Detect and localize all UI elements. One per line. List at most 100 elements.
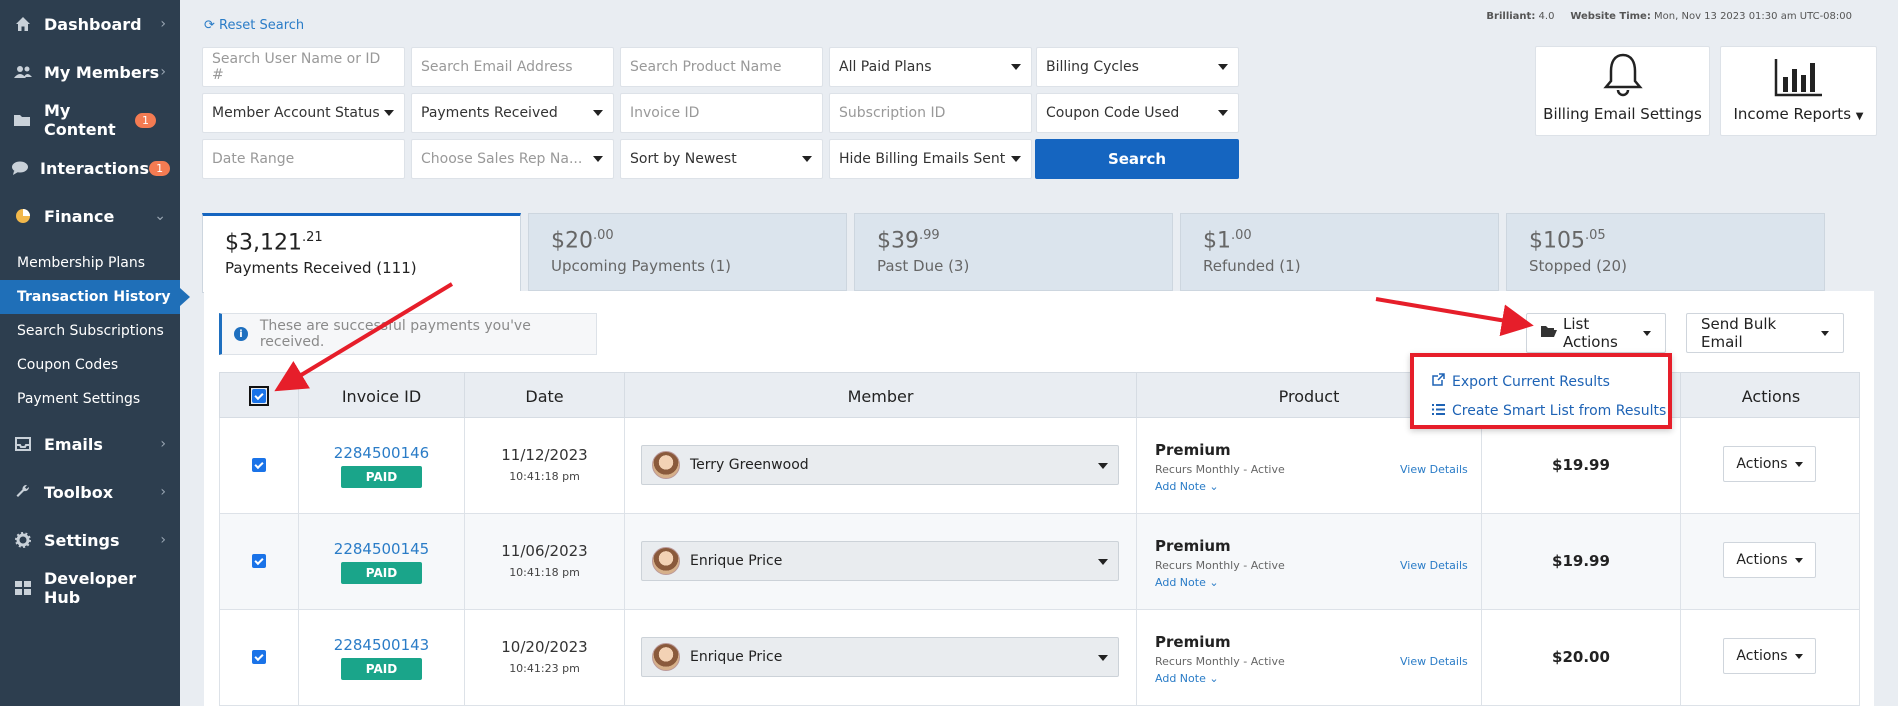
bell-icon xyxy=(1602,53,1643,97)
member-select[interactable]: Enrique Price xyxy=(641,541,1119,581)
tab-past-due[interactable]: $39.99 Past Due (3) xyxy=(854,213,1173,291)
add-note-link[interactable]: Add Note ⌄ xyxy=(1155,576,1219,589)
view-details-link[interactable]: View Details xyxy=(1400,559,1468,572)
view-details-link[interactable]: View Details xyxy=(1400,463,1468,476)
invoice-link[interactable]: 2284500146 xyxy=(299,444,464,462)
notification-badge: 1 xyxy=(135,112,156,128)
select-all-checkbox[interactable] xyxy=(249,386,269,406)
payments-received-select[interactable]: Payments Received xyxy=(411,93,614,133)
reset-search-link[interactable]: ⟳ Reset Search xyxy=(204,18,304,33)
invoice-link[interactable]: 2284500145 xyxy=(299,540,464,558)
hide-billing-select[interactable]: Hide Billing Emails Sent xyxy=(829,139,1032,179)
website-time-label: Website Time: xyxy=(1570,11,1651,22)
select-value: Sort by Newest xyxy=(630,151,737,167)
search-user-input[interactable]: Search User Name or ID # xyxy=(202,47,405,87)
list-actions-button[interactable]: List Actions xyxy=(1526,313,1666,353)
caret-down-icon xyxy=(384,110,394,116)
avatar xyxy=(652,451,680,479)
add-note-link[interactable]: Add Note ⌄ xyxy=(1155,480,1219,493)
actions-cell: Actions xyxy=(1681,418,1861,514)
external-link-icon xyxy=(1432,373,1446,390)
caret-down-icon xyxy=(1098,559,1108,565)
add-note-link[interactable]: Add Note ⌄ xyxy=(1155,672,1219,685)
sub-transaction-history[interactable]: Transaction History xyxy=(0,280,190,314)
menu-item-label: Create Smart List from Results xyxy=(1452,403,1667,419)
tab-refunded[interactable]: $1.00 Refunded (1) xyxy=(1180,213,1499,291)
select-value: Coupon Code Used xyxy=(1046,105,1180,121)
nav-toolbox[interactable]: Toolbox › xyxy=(0,468,180,516)
date-range-input[interactable]: Date Range xyxy=(202,139,405,179)
paid-plans-select[interactable]: All Paid Plans xyxy=(829,47,1032,87)
menu-item-export[interactable]: Export Current Results xyxy=(1432,373,1610,390)
sub-search-subscriptions[interactable]: Search Subscriptions xyxy=(0,314,180,348)
row-checkbox[interactable] xyxy=(252,650,266,664)
sub-membership-plans[interactable]: Membership Plans xyxy=(0,246,180,280)
account-status-select[interactable]: Member Account Status xyxy=(202,93,405,133)
sub-coupon-codes[interactable]: Coupon Codes xyxy=(0,348,180,382)
tab-payments-received[interactable]: $3,121.21 Payments Received (111) xyxy=(202,213,521,293)
stat-label: Refunded (1) xyxy=(1203,257,1301,276)
caret-down-icon xyxy=(1794,461,1803,467)
income-reports-button[interactable]: Income Reports ▼ xyxy=(1720,46,1877,136)
subscription-id-input[interactable]: Subscription ID xyxy=(829,93,1032,133)
date-cell: 11/06/2023 10:41:18 pm xyxy=(465,514,625,610)
send-bulk-label: Send Bulk Email xyxy=(1701,315,1777,351)
row-actions-button[interactable]: Actions xyxy=(1723,638,1816,674)
actions-cell: Actions xyxy=(1681,514,1861,610)
wrench-icon xyxy=(12,483,34,501)
sidebar: Dashboard › My Members › My Content 1 In… xyxy=(0,0,190,706)
tab-stopped[interactable]: $105.05 Stopped (20) xyxy=(1506,213,1825,291)
select-value: Member Account Status xyxy=(212,105,380,121)
avatar xyxy=(652,643,680,671)
folder-icon xyxy=(12,111,34,129)
nav-interactions[interactable]: Interactions 1 xyxy=(0,144,180,192)
search-button[interactable]: Search xyxy=(1035,139,1239,179)
nav-label: Interactions xyxy=(40,158,150,178)
nav-my-content[interactable]: My Content 1 xyxy=(0,96,180,144)
nav-dashboard[interactable]: Dashboard › xyxy=(0,0,180,48)
date-cell: 10/20/2023 10:41:23 pm xyxy=(465,610,625,706)
row-actions-button[interactable]: Actions xyxy=(1723,446,1816,482)
row-checkbox[interactable] xyxy=(252,554,266,568)
menu-item-smart-list[interactable]: Create Smart List from Results xyxy=(1432,403,1666,419)
invoice-id-input[interactable]: Invoice ID xyxy=(620,93,823,133)
view-details-link[interactable]: View Details xyxy=(1400,655,1468,668)
invoice-cell: 2284500143 PAID xyxy=(299,610,465,706)
nav-developer-hub[interactable]: Developer Hub xyxy=(0,564,180,612)
nav-settings[interactable]: Settings › xyxy=(0,516,180,564)
date-value: 11/06/2023 xyxy=(501,542,588,560)
send-bulk-email-button[interactable]: Send Bulk Email xyxy=(1686,313,1844,353)
nav-my-members[interactable]: My Members › xyxy=(0,48,180,96)
billing-email-settings-button[interactable]: Billing Email Settings xyxy=(1535,46,1710,136)
brilliant-value: 4.0 xyxy=(1538,11,1555,22)
member-select[interactable]: Enrique Price xyxy=(641,637,1119,677)
billing-cycles-select[interactable]: Billing Cycles xyxy=(1036,47,1239,87)
sales-rep-select[interactable]: Choose Sales Rep Na... xyxy=(411,139,614,179)
nav-finance[interactable]: Finance ⌄ xyxy=(0,192,180,240)
pie-chart-icon xyxy=(12,207,34,225)
nav-emails[interactable]: Emails › xyxy=(0,420,180,468)
sub-payment-settings[interactable]: Payment Settings xyxy=(0,382,180,416)
nav-label: Finance xyxy=(44,206,115,226)
chevron-right-icon: › xyxy=(160,16,166,32)
member-select[interactable]: Terry Greenwood xyxy=(641,445,1119,485)
tab-upcoming-payments[interactable]: $20.00 Upcoming Payments (1) xyxy=(528,213,847,291)
sort-select[interactable]: Sort by Newest xyxy=(620,139,823,179)
stat-label: Payments Received (111) xyxy=(225,259,417,278)
header-date[interactable]: Date xyxy=(465,373,625,419)
search-email-input[interactable]: Search Email Address xyxy=(411,47,614,87)
status-badge: PAID xyxy=(341,466,422,488)
grid-icon xyxy=(12,579,34,597)
table-row: 2284500145 PAID 11/06/2023 10:41:18 pm E… xyxy=(219,514,1860,610)
chevron-right-icon: › xyxy=(160,484,166,500)
header-invoice-id[interactable]: Invoice ID xyxy=(299,373,465,419)
nav-label: My Members xyxy=(44,62,160,82)
row-checkbox[interactable] xyxy=(252,458,266,472)
header-member[interactable]: Member xyxy=(625,373,1137,419)
header-actions: Actions xyxy=(1741,386,1801,406)
select-value: All Paid Plans xyxy=(839,59,932,75)
search-product-input[interactable]: Search Product Name xyxy=(620,47,823,87)
invoice-link[interactable]: 2284500143 xyxy=(299,636,464,654)
coupon-code-select[interactable]: Coupon Code Used xyxy=(1036,93,1239,133)
row-actions-button[interactable]: Actions xyxy=(1723,542,1816,578)
